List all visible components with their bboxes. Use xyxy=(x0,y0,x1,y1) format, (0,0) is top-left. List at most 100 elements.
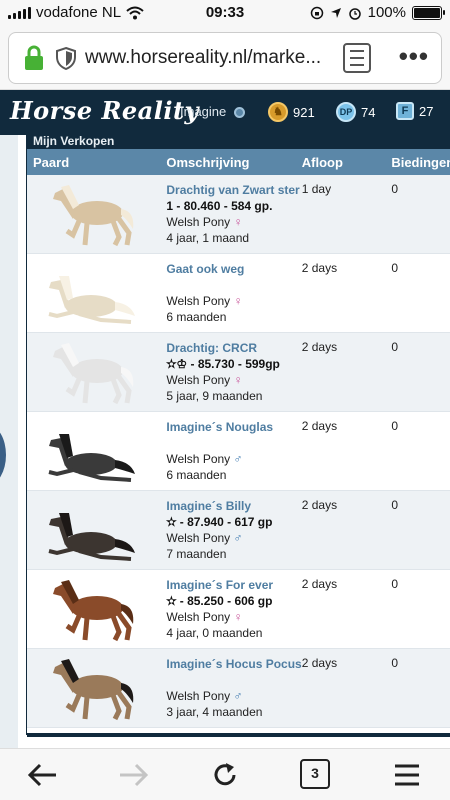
horse-score: 1 - 80.460 - 584 gp. xyxy=(166,199,273,213)
back-arrow-icon[interactable] xyxy=(26,759,60,791)
expiry-cell: 2 days xyxy=(301,577,338,591)
url-field[interactable]: www.horsereality.nl/marke... ••• xyxy=(8,32,442,84)
horse-image-cell[interactable] xyxy=(27,649,166,727)
horse-image-cell[interactable] xyxy=(27,491,166,569)
horse-name-link[interactable]: Imagine´s Billy xyxy=(166,498,301,514)
horse-breed: Welsh Pony xyxy=(166,689,231,703)
expiry-cell: 2 days xyxy=(301,340,338,354)
horse-name-link[interactable]: Imagine´s Hocus Pocus xyxy=(166,656,301,672)
description-cell: Imagine´s Nouglas Welsh Pony ♂ 6 maanden xyxy=(166,412,301,490)
bids-cell: 0 xyxy=(391,261,399,275)
gender-icon: ♀ xyxy=(233,610,243,624)
horse-score: ✫♔ - 85.730 - 599gp xyxy=(166,357,280,371)
gender-icon: ♀ xyxy=(233,373,243,387)
gender-icon: ♀ xyxy=(233,215,243,229)
lock-icon xyxy=(25,45,43,70)
battery-icon xyxy=(412,5,445,20)
user-menu-icon[interactable] xyxy=(234,107,245,118)
table-row[interactable]: Imagine´s Nouglas Welsh Pony ♂ 6 maanden… xyxy=(27,412,450,491)
f-icon: F xyxy=(396,102,414,120)
description-cell: Imagine´s Billy ✫ - 87.940 - 617 gp Wels… xyxy=(166,491,301,569)
horse-picture xyxy=(48,434,135,482)
horse-breed: Welsh Pony xyxy=(166,610,231,624)
browser-toolbar: 3 xyxy=(0,748,450,800)
expiry-cell: 2 days xyxy=(301,419,338,433)
description-cell: Drachtig: CRCR ✫♔ - 85.730 - 599gp Welsh… xyxy=(166,333,301,411)
horse-breed: Welsh Pony xyxy=(166,531,231,545)
gender-icon: ♂ xyxy=(233,531,243,545)
horse-breed: Welsh Pony xyxy=(166,452,231,466)
horse-score: ✫ - 87.940 - 617 gp xyxy=(166,515,273,529)
horse-image-cell[interactable] xyxy=(27,570,166,648)
horse-image-cell[interactable] xyxy=(27,333,166,411)
coins-value: 921 xyxy=(293,104,315,120)
gender-icon: ♀ xyxy=(233,294,243,308)
coins-stat[interactable]: ♞ 921 xyxy=(268,102,315,122)
horse-name-link[interactable]: Imagine´s Nouglas xyxy=(166,419,301,435)
sales-panel: Mijn Verkopen Paard Omschrijving Afloop … xyxy=(26,135,450,737)
horse-age: 4 jaar, 0 maanden xyxy=(166,626,263,640)
horse-picture xyxy=(48,276,135,324)
forward-arrow-icon[interactable] xyxy=(116,759,150,791)
shield-icon[interactable] xyxy=(55,46,77,70)
description-cell: Gaat ook weg Welsh Pony ♀ 6 maanden xyxy=(166,254,301,332)
horse-picture xyxy=(53,185,134,247)
url-text: www.horsereality.nl/marke... xyxy=(85,47,322,68)
horse-breed: Welsh Pony xyxy=(166,294,231,308)
bids-cell: 0 xyxy=(391,577,399,591)
horse-image-cell[interactable] xyxy=(27,254,166,332)
table-row[interactable]: Imagine´s For ever ✫ - 85.250 - 606 gp W… xyxy=(27,570,450,649)
horse-name-link[interactable]: Imagine´s For ever xyxy=(166,577,301,593)
username[interactable]: Imagine xyxy=(180,104,226,119)
column-biedingen[interactable]: Biedingen xyxy=(391,155,450,170)
horse-name-link[interactable]: Gaat ook weg xyxy=(166,261,301,277)
f-stat[interactable]: F 27 xyxy=(396,102,433,120)
horse-name-link[interactable]: Drachtig van Zwart ster xyxy=(166,182,301,198)
more-menu-icon[interactable]: ••• xyxy=(399,41,429,72)
bids-cell: 0 xyxy=(391,498,399,512)
battery-percent: 100% xyxy=(367,4,406,21)
column-omschrijving[interactable]: Omschrijving xyxy=(166,155,301,170)
dp-icon: DP xyxy=(336,102,356,122)
horse-picture xyxy=(53,343,134,405)
table-row[interactable]: Drachtig: CRCR ✫♔ - 85.730 - 599gp Welsh… xyxy=(27,333,450,412)
status-bar: vodafone NL 09:33 100% xyxy=(0,0,450,26)
site-logo[interactable]: Horse Reality xyxy=(10,96,199,125)
horse-score: ✫ - 85.250 - 606 gp xyxy=(166,594,273,608)
column-afloop[interactable]: Afloop xyxy=(302,155,392,170)
bids-cell: 0 xyxy=(391,656,399,670)
horse-image-cell[interactable] xyxy=(27,175,166,253)
coin-icon: ♞ xyxy=(268,102,288,122)
tabs-button[interactable]: 3 xyxy=(300,759,330,789)
dp-stat[interactable]: DP 74 xyxy=(336,102,375,122)
sales-table-body: Drachtig van Zwart ster 1 - 80.460 - 584… xyxy=(27,175,450,728)
bids-cell: 0 xyxy=(391,419,399,433)
horse-name-link[interactable]: Drachtig: CRCR xyxy=(166,340,301,356)
horse-picture xyxy=(53,659,134,721)
table-row[interactable]: Drachtig van Zwart ster 1 - 80.460 - 584… xyxy=(27,175,450,254)
table-row[interactable]: Imagine´s Hocus Pocus Welsh Pony ♂ 3 jaa… xyxy=(27,649,450,728)
table-header: Paard Omschrijving Afloop Biedingen xyxy=(27,149,450,175)
horse-age: 6 maanden xyxy=(166,310,227,324)
horse-image-cell[interactable] xyxy=(27,412,166,490)
reader-view-icon[interactable] xyxy=(343,43,371,73)
horse-breed: Welsh Pony xyxy=(166,373,231,387)
description-cell: Imagine´s Hocus Pocus Welsh Pony ♂ 3 jaa… xyxy=(166,649,301,727)
table-row[interactable]: Imagine´s Billy ✫ - 87.940 - 617 gp Wels… xyxy=(27,491,450,570)
alarm-icon xyxy=(348,7,361,20)
horse-age: 7 maanden xyxy=(166,547,227,561)
column-paard[interactable]: Paard xyxy=(27,155,166,170)
table-row[interactable]: Gaat ook weg Welsh Pony ♀ 6 maanden 2 da… xyxy=(27,254,450,333)
expiry-cell: 2 days xyxy=(301,261,338,275)
horse-score xyxy=(166,672,301,688)
gender-icon: ♂ xyxy=(233,452,243,466)
menu-icon[interactable] xyxy=(390,759,424,791)
horse-age: 4 jaar, 1 maand xyxy=(166,231,250,245)
browser-address-bar: www.horsereality.nl/marke... ••• xyxy=(0,26,450,90)
panel-title: Mijn Verkopen xyxy=(27,135,450,149)
dp-value: 74 xyxy=(361,104,376,120)
horse-breed: Welsh Pony xyxy=(166,215,231,229)
expiry-cell: 1 day xyxy=(301,182,332,196)
reload-icon[interactable] xyxy=(208,759,242,791)
page-content: Mijn Verkopen Paard Omschrijving Afloop … xyxy=(0,135,450,748)
